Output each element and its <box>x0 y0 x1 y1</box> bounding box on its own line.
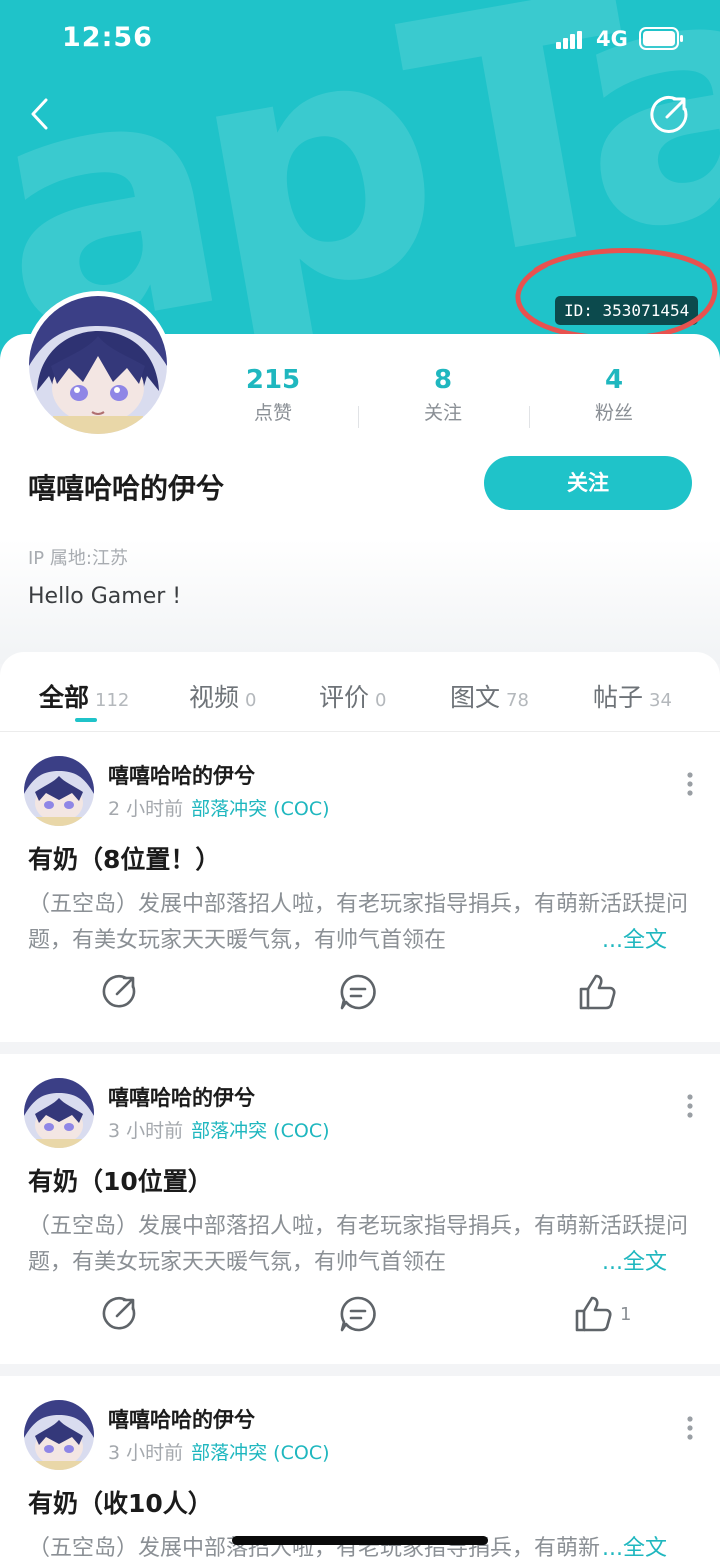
follow-button[interactable]: 关注 <box>484 456 692 510</box>
read-more-link[interactable]: ...全文 <box>600 1245 667 1281</box>
post-body[interactable]: （五空岛）发展中部落招人啦，有老玩家指导捐兵，有萌新活跃提问题，有美女玩家天天暖… <box>28 887 688 959</box>
share-icon[interactable] <box>99 972 139 1012</box>
share-icon[interactable] <box>99 1294 139 1334</box>
more-options-icon[interactable] <box>680 1094 700 1118</box>
post-time: 2 小时前 <box>108 798 184 820</box>
tab-posts[interactable]: 帖子 34 <box>593 678 672 714</box>
tab-video[interactable]: 视频 0 <box>189 678 256 714</box>
network-type: 4G <box>596 27 628 51</box>
stat-fans[interactable]: 4 粉丝 <box>529 364 699 428</box>
active-tab-indicator <box>75 718 97 722</box>
post-meta: 3 小时前 部落冲突 (COC) <box>108 1438 330 1465</box>
tab-all-label: 全部 <box>39 683 90 712</box>
post-forum-link[interactable]: 部落冲突 (COC) <box>191 798 329 820</box>
more-options-icon[interactable] <box>680 772 700 796</box>
post-author-name[interactable]: 嘻嘻哈哈的伊兮 <box>108 760 255 790</box>
status-time: 12:56 <box>62 22 153 53</box>
stat-following[interactable]: 8 关注 <box>358 364 528 428</box>
status-bar: 12:56 4G <box>0 0 720 80</box>
post-author-avatar[interactable] <box>24 756 94 826</box>
post-meta: 2 小时前 部落冲突 (COC) <box>108 794 330 821</box>
post-title[interactable]: 有奶（10位置） <box>28 1162 213 1198</box>
tab-video-count: 0 <box>245 690 257 711</box>
feed-post[interactable]: 嘻嘻哈哈的伊兮 3 小时前 部落冲突 (COC) 有奶（收10人） （五空岛）发展… <box>0 1376 720 1558</box>
post-body[interactable]: （五空岛）发展中部落招人啦，有老玩家指导捐兵，有萌新活跃提问题，有美女玩家天天暖… <box>28 1209 688 1281</box>
stat-following-label: 关注 <box>423 402 462 424</box>
thumbs-up-icon[interactable] <box>577 972 617 1012</box>
comment-icon[interactable] <box>338 1294 378 1334</box>
tab-reviews[interactable]: 评价 0 <box>319 678 386 714</box>
tab-posts-label: 帖子 <box>593 683 644 712</box>
back-arrow-icon[interactable] <box>22 92 62 136</box>
user-id-badge: ID: 353071454 <box>555 296 699 325</box>
post-author-avatar[interactable] <box>24 1078 94 1148</box>
post-author-name[interactable]: 嘻嘻哈哈的伊兮 <box>108 1404 255 1434</box>
stat-fans-label: 粉丝 <box>594 402 633 424</box>
tab-posts-count: 34 <box>649 690 672 711</box>
battery-icon <box>639 27 683 50</box>
stat-following-value: 8 <box>433 365 453 395</box>
tab-images-count: 78 <box>506 690 529 711</box>
signal-icon <box>556 31 582 49</box>
profile-avatar[interactable] <box>24 291 172 439</box>
post-forum-link[interactable]: 部落冲突 (COC) <box>191 1442 329 1464</box>
tab-images-label: 图文 <box>450 683 501 712</box>
read-more-link[interactable]: ...全文 <box>600 923 667 959</box>
stat-likes-value: 215 <box>245 365 301 395</box>
like-count: 1 <box>620 1304 632 1325</box>
content-tabs: 全部 112 视频 0 评价 0 图文 78 帖子 34 <box>0 652 720 732</box>
post-author-avatar[interactable] <box>24 1400 94 1470</box>
comment-icon[interactable] <box>338 972 378 1012</box>
tab-video-label: 视频 <box>189 683 240 712</box>
more-options-icon[interactable] <box>680 1416 700 1440</box>
home-indicator[interactable] <box>232 1536 488 1545</box>
post-title[interactable]: 有奶（8位置！） <box>28 840 220 876</box>
tab-all-count: 112 <box>95 690 130 711</box>
read-more-link[interactable]: ...全文 <box>600 1531 667 1558</box>
avatar-image <box>29 296 167 434</box>
stat-likes-label: 点赞 <box>253 402 292 424</box>
post-forum-link[interactable]: 部落冲突 (COC) <box>191 1120 329 1142</box>
stat-likes[interactable]: 215 点赞 <box>188 364 358 428</box>
tab-reviews-count: 0 <box>375 690 387 711</box>
feed-post[interactable]: 嘻嘻哈哈的伊兮 2 小时前 部落冲突 (COC) 有奶（8位置！） （五空岛）发展… <box>0 732 720 1042</box>
tab-all[interactable]: 全部 112 <box>39 678 129 714</box>
thumbs-up-icon[interactable] <box>573 1294 613 1334</box>
tab-reviews-label: 评价 <box>319 683 370 712</box>
profile-bio: Hello Gamer ! <box>28 584 182 609</box>
post-time: 3 小时前 <box>108 1442 184 1464</box>
ip-location: IP 属地:江苏 <box>28 548 128 569</box>
feed-post[interactable]: 嘻嘻哈哈的伊兮 3 小时前 部落冲突 (COC) 有奶（10位置） （五空岛）发展… <box>0 1054 720 1364</box>
share-icon[interactable] <box>646 92 692 138</box>
profile-username: 嘻嘻哈哈的伊兮 <box>28 472 225 505</box>
stat-fans-value: 4 <box>604 365 624 395</box>
profile-stats: 215 点赞 8 关注 4 粉丝 <box>188 364 700 434</box>
post-meta: 3 小时前 部落冲突 (COC) <box>108 1116 330 1143</box>
post-time: 3 小时前 <box>108 1120 184 1142</box>
post-author-name[interactable]: 嘻嘻哈哈的伊兮 <box>108 1082 255 1112</box>
post-title[interactable]: 有奶（收10人） <box>28 1484 213 1520</box>
tab-images[interactable]: 图文 78 <box>450 678 529 714</box>
